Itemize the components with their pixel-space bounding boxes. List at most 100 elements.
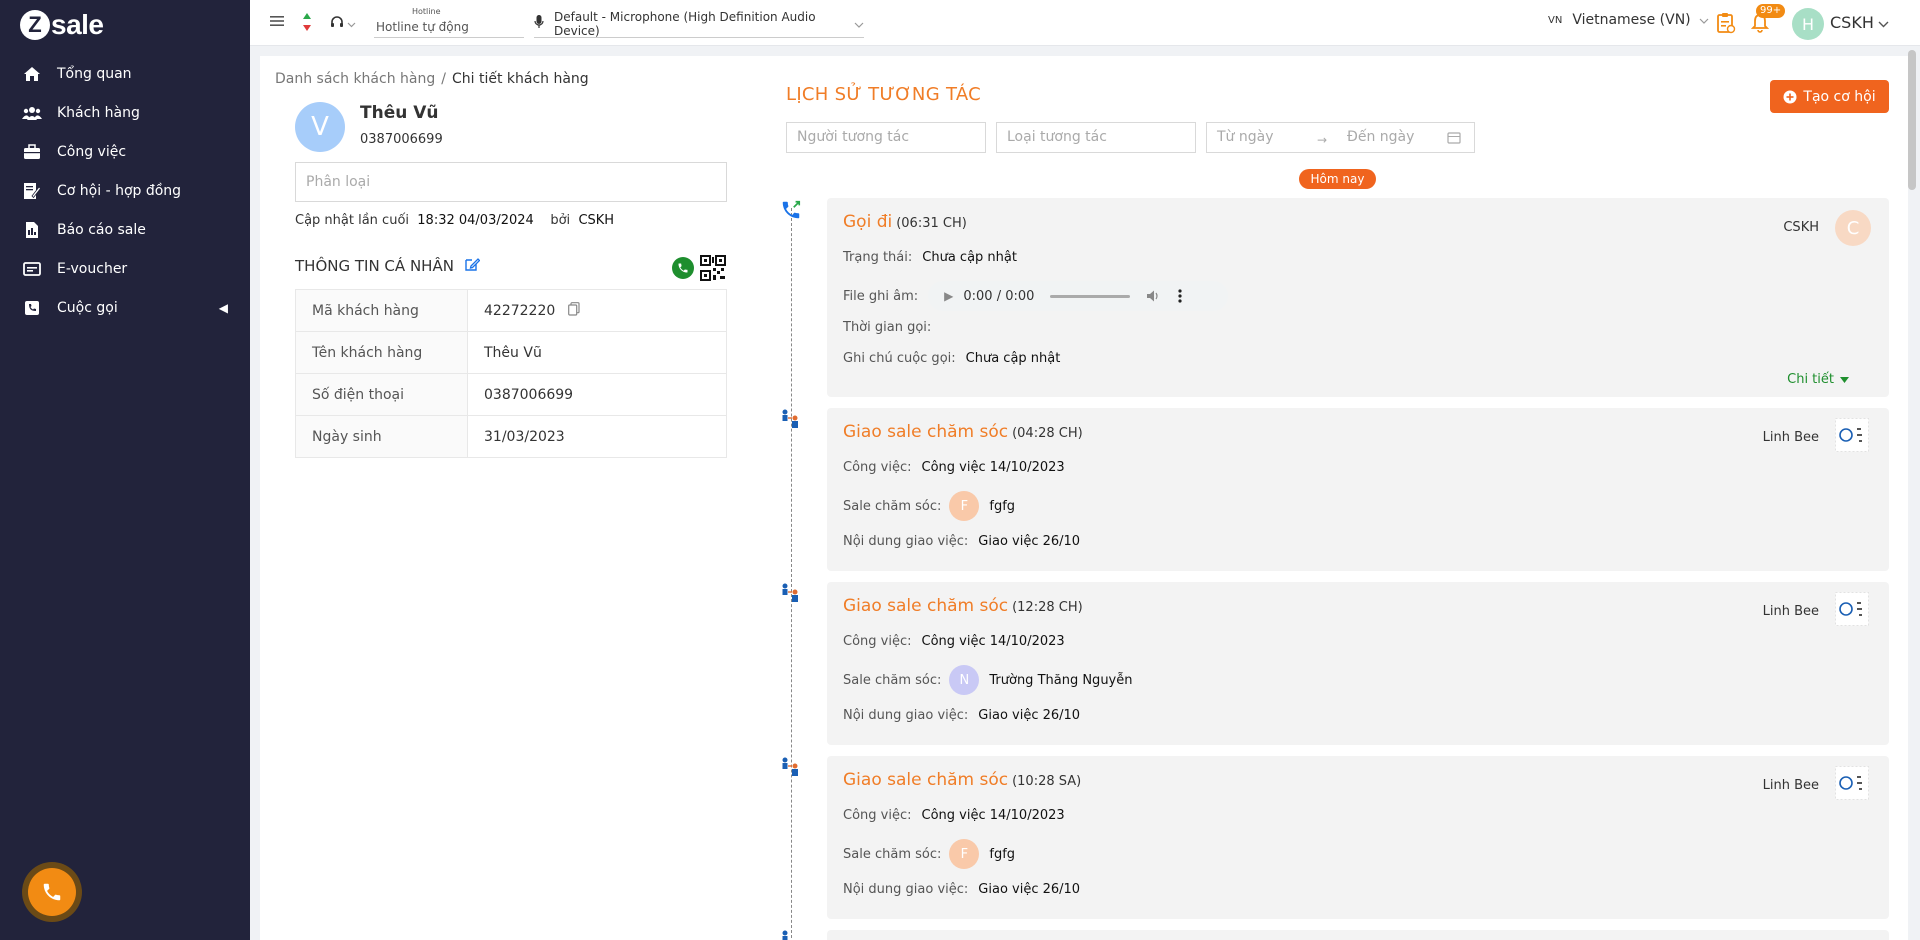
row-key: Số điện thoại	[295, 373, 468, 416]
assign-sale-icon	[779, 407, 803, 431]
chevron-down-icon	[854, 17, 864, 31]
call-log-icon	[22, 298, 42, 318]
audio-time: 0:00 / 0:00	[963, 288, 1035, 304]
sidebar-item-label: Cơ hội - hợp đồng	[57, 182, 182, 199]
logo-mark: Z	[20, 10, 50, 40]
date-to-input[interactable]: Đến ngày	[1347, 123, 1447, 152]
content-value: Giao việc 26/10	[978, 534, 1081, 549]
detail-toggle[interactable]: Chi tiết	[1787, 372, 1849, 387]
copy-icon[interactable]	[567, 301, 580, 320]
assignment-card	[827, 930, 1889, 940]
report-icon	[22, 220, 42, 240]
sale-avatar: F	[949, 491, 980, 521]
call-floating-button[interactable]	[22, 862, 82, 922]
sidebar-item-label: Khách hàng	[57, 104, 140, 121]
assign-sale-icon	[779, 581, 803, 605]
recording-row: File ghi âm: ▶ 0:00 / 0:00	[843, 281, 1229, 311]
task-label: Công việc:	[843, 634, 912, 649]
owner-avatar-icon	[1835, 592, 1869, 626]
headset-select[interactable]	[330, 15, 356, 33]
main-content: Danh sách khách hàng / Chi tiết khách hàng…	[260, 56, 1908, 940]
table-row: Mã khách hàng 42272220	[295, 289, 727, 332]
task-label: Công việc:	[843, 460, 912, 475]
interaction-type-filter[interactable]: Loại tương tác	[996, 122, 1196, 153]
app-logo[interactable]: Z sale	[20, 8, 104, 42]
language-select[interactable]: VN Vietnamese (VN)	[1548, 12, 1709, 28]
headset-icon	[330, 15, 344, 33]
row-value: 31/03/2023	[467, 415, 727, 458]
personal-info-table: Mã khách hàng 42272220 Tên khách hàng Th…	[295, 289, 727, 458]
sidebar-item-customers[interactable]: Khách hàng	[0, 93, 250, 132]
sidebar-item-calls[interactable]: Cuộc gọi ◀	[0, 288, 250, 327]
call-customer-icon[interactable]	[672, 257, 694, 279]
user-menu[interactable]: CSKH	[1830, 13, 1889, 32]
content-row: Nội dung giao việc: Giao việc 26/10	[843, 882, 1080, 897]
content-row: Nội dung giao việc: Giao việc 26/10	[843, 708, 1080, 723]
assign-title: Giao sale chăm sóc	[843, 422, 1009, 442]
task-row: Công việc: Công việc 14/10/2023	[843, 808, 1065, 823]
owner-avatar-icon	[1835, 766, 1869, 800]
microphone-select[interactable]: Default - Microphone (High Definition Au…	[534, 10, 864, 38]
task-row: Công việc: Công việc 14/10/2023	[843, 634, 1065, 649]
updated-label: Cập nhật lần cuối	[295, 213, 410, 228]
table-row: Ngày sinh 31/03/2023	[295, 415, 727, 458]
audio-player[interactable]: ▶ 0:00 / 0:00	[928, 281, 1229, 311]
owner-avatar-icon	[1835, 418, 1869, 452]
customer-code: 42272220	[484, 302, 556, 319]
card-title: Giao sale chăm sóc (10:28 SA)	[843, 770, 1081, 790]
audio-progress-bar[interactable]	[1050, 294, 1131, 298]
personal-info-title: THÔNG TIN CÁ NHÂN	[295, 256, 481, 276]
section-title-text: THÔNG TIN CÁ NHÂN	[295, 257, 454, 275]
breadcrumb-parent[interactable]: Danh sách khách hàng	[275, 71, 435, 87]
chevron-left-icon[interactable]: ◀	[219, 301, 228, 315]
customer-avatar: V	[295, 102, 345, 152]
detail-label: Chi tiết	[1787, 372, 1834, 387]
edit-icon[interactable]	[464, 256, 481, 276]
qr-code-icon[interactable]	[700, 255, 726, 281]
volume-icon[interactable]	[1146, 289, 1160, 303]
hotline-input[interactable]: Hotline tự động	[374, 16, 524, 38]
sidebar-item-opportunities[interactable]: Cơ hội - hợp đồng	[0, 171, 250, 210]
updated-time: 18:32 04/03/2024	[417, 213, 534, 228]
play-icon[interactable]: ▶	[944, 289, 953, 303]
updated-by: CSKH	[578, 213, 615, 228]
page-scrollbar[interactable]	[1908, 50, 1916, 190]
call-title: Gọi đi	[843, 212, 893, 232]
menu-toggle-icon[interactable]	[270, 14, 284, 28]
duration-label: Thời gian gọi:	[843, 320, 932, 335]
duration-row: Thời gian gọi:	[843, 320, 931, 335]
card-title: Giao sale chăm sóc (12:28 CH)	[843, 596, 1083, 616]
note-label: Ghi chú cuộc gọi:	[843, 351, 956, 366]
row-value: Thêu Vũ	[467, 331, 727, 374]
history-title: LỊCH SỬ TƯƠNG TÁC	[786, 84, 982, 105]
more-vertical-icon[interactable]	[1178, 289, 1183, 303]
calendar-icon[interactable]	[1447, 131, 1461, 144]
interactor-filter[interactable]: Người tương tác	[786, 122, 986, 153]
chevron-down-icon	[1699, 12, 1709, 28]
sale-avatar: F	[949, 839, 980, 869]
task-label: Công việc:	[843, 808, 912, 823]
today-label: Hôm nay	[1299, 169, 1376, 189]
assign-sale-icon	[779, 755, 803, 779]
sidebar-item-overview[interactable]: Tổng quan	[0, 54, 250, 93]
status-label: Trạng thái:	[843, 250, 913, 265]
task-list-icon[interactable]	[1716, 12, 1736, 34]
avatar[interactable]: H	[1792, 8, 1824, 40]
card-owner: Linh Bee	[1762, 604, 1819, 619]
date-from-input[interactable]: Từ ngày	[1217, 123, 1317, 152]
sidebar-item-evoucher[interactable]: E-voucher	[0, 249, 250, 288]
sale-label: Sale chăm sóc:	[843, 846, 942, 862]
language-code: VN	[1548, 14, 1563, 26]
sidebar-item-sales-report[interactable]: Báo cáo sale	[0, 210, 250, 249]
microphone-icon	[534, 15, 544, 32]
create-opportunity-button[interactable]: Tạo cơ hội	[1770, 80, 1889, 113]
content-label: Nội dung giao việc:	[843, 534, 969, 549]
content-value: Giao việc 26/10	[978, 708, 1081, 723]
users-icon	[22, 103, 42, 123]
sidebar-item-tasks[interactable]: Công việc	[0, 132, 250, 171]
content-row: Nội dung giao việc: Giao việc 26/10	[843, 534, 1080, 549]
classify-select[interactable]: Phân loại	[295, 162, 727, 202]
date-range-filter[interactable]: Từ ngày → Đến ngày	[1206, 122, 1475, 153]
status-row: Trạng thái: Chưa cập nhật	[843, 250, 1017, 265]
date-range-arrow: →	[1317, 133, 1328, 147]
